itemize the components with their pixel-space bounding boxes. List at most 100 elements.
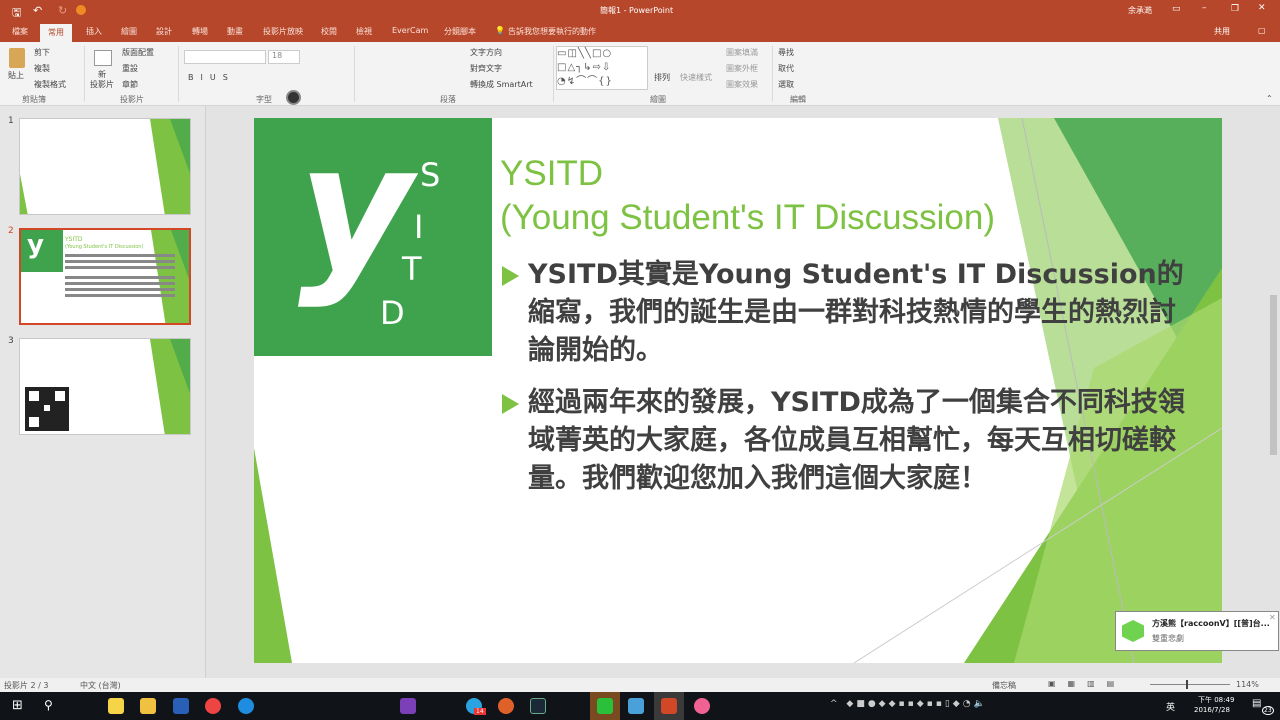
logo-letter: I bbox=[414, 208, 424, 246]
tab-transitions[interactable]: 轉場 bbox=[192, 26, 208, 37]
slide-thumbnail-1[interactable] bbox=[19, 118, 191, 215]
action-center-icon[interactable]: ▤ bbox=[1252, 698, 1261, 709]
start-slideshow-icon[interactable] bbox=[76, 5, 86, 15]
find-button[interactable]: 尋找 bbox=[778, 47, 794, 58]
chrome-icon[interactable] bbox=[205, 698, 221, 714]
app-icon[interactable] bbox=[694, 698, 710, 714]
font-size-select[interactable]: 18 bbox=[268, 50, 300, 64]
shape-outline-button[interactable]: 圖案外框 bbox=[726, 63, 758, 74]
logo-letter: S bbox=[420, 156, 441, 194]
app-hexagon-icon bbox=[1122, 620, 1144, 642]
notification-title: 方溪熊【raccoonV】[[普]台... bbox=[1152, 619, 1270, 628]
cut-button[interactable]: 剪下 bbox=[34, 47, 50, 58]
bullet-arrow-icon bbox=[502, 266, 519, 286]
tab-storyboard[interactable]: 分鏡腳本 bbox=[444, 26, 476, 37]
slide-title[interactable]: YSITD (Young Student's IT Discussion) bbox=[500, 152, 995, 240]
paste-button[interactable]: 貼上 bbox=[8, 70, 24, 81]
tab-view[interactable]: 檢視 bbox=[356, 26, 372, 37]
powershell-icon[interactable] bbox=[173, 698, 189, 714]
layout-button[interactable]: 版面配置 bbox=[122, 47, 154, 58]
tab-review[interactable]: 校閱 bbox=[321, 26, 337, 37]
bullet-item[interactable]: YSITD其實是Young Student's IT Discussion的縮寫… bbox=[502, 256, 1202, 370]
font-name-select[interactable] bbox=[184, 50, 266, 64]
slide-thumbnail-3[interactable] bbox=[19, 338, 191, 435]
ribbon-display-icon[interactable]: ▭ bbox=[1172, 4, 1181, 14]
windows-start-icon[interactable]: ⊞ bbox=[12, 698, 23, 713]
app-icon[interactable] bbox=[238, 698, 254, 714]
quick-styles-button[interactable]: 快速樣式 bbox=[680, 72, 712, 83]
shape-fill-button[interactable]: 圖案填滿 bbox=[726, 47, 758, 58]
paste-icon[interactable] bbox=[9, 48, 25, 68]
line-app-active[interactable] bbox=[590, 692, 620, 720]
window-title: 簡報1 - PowerPoint bbox=[600, 6, 674, 15]
smartart-button[interactable]: 轉換成 SmartArt bbox=[470, 79, 533, 90]
ribbon-tabs: 檔案 常用 插入 繪圖 設計 轉場 動畫 投影片放映 校閱 檢視 EverCam… bbox=[0, 22, 1280, 42]
copy-button[interactable]: 複製 bbox=[34, 63, 50, 74]
select-button[interactable]: 選取 bbox=[778, 79, 794, 90]
tab-animations[interactable]: 動畫 bbox=[227, 26, 243, 37]
new-slide-icon[interactable] bbox=[94, 50, 112, 66]
steam-icon[interactable] bbox=[530, 698, 546, 714]
text-direction-button[interactable]: 文字方向 bbox=[470, 47, 502, 58]
shapes-gallery[interactable]: ▭◫╲╲□○ □△┐↳⇨⇩ ◔↯⌒⌒{} bbox=[556, 46, 648, 90]
visual-studio-icon[interactable] bbox=[400, 698, 416, 714]
thumbnail-number: 2 bbox=[8, 226, 14, 236]
comments-icon[interactable]: ▢ bbox=[1258, 26, 1266, 35]
ime-indicator[interactable]: 英 bbox=[1166, 700, 1175, 713]
section-button[interactable]: 章節 bbox=[122, 79, 138, 90]
logo-letter: T bbox=[402, 250, 422, 288]
restore-button[interactable]: ❐ bbox=[1231, 4, 1239, 14]
slide-thumbnail-2[interactable]: y YSITD (Young Student's IT Discussion) bbox=[19, 228, 191, 325]
search-icon[interactable]: ⚲ bbox=[44, 698, 53, 712]
slide-canvas[interactable]: y S I T D YSITD (Young Student's IT Disc… bbox=[254, 118, 1222, 663]
view-buttons[interactable]: ▣▦▥▤ bbox=[1048, 679, 1126, 688]
close-notification-icon[interactable]: ✕ bbox=[1269, 613, 1276, 622]
format-painter-button[interactable]: 複製格式 bbox=[34, 79, 66, 90]
close-button[interactable]: ✕ bbox=[1258, 3, 1266, 13]
collapse-ribbon-icon[interactable]: ⌃ bbox=[1266, 94, 1273, 103]
tab-slideshow[interactable]: 投影片放映 bbox=[263, 26, 303, 37]
vertical-scrollbar[interactable] bbox=[1269, 115, 1278, 665]
new-slide-button[interactable]: 新 投影片 bbox=[90, 70, 114, 90]
replace-button[interactable]: 取代 bbox=[778, 63, 794, 74]
arrange-button[interactable]: 排列 bbox=[654, 72, 670, 83]
sticky-notes-icon[interactable] bbox=[108, 698, 124, 714]
origin-icon[interactable] bbox=[498, 698, 514, 714]
shape-effects-button[interactable]: 圖案效果 bbox=[726, 79, 758, 90]
align-text-button[interactable]: 對齊文字 bbox=[470, 63, 502, 74]
system-tray-icons[interactable]: ^ ◆■●◆◆▪▪◆▪▪▯◆◔🔈 bbox=[830, 699, 988, 709]
clock-time[interactable]: 下午 08:49 bbox=[1198, 695, 1234, 705]
user-name[interactable]: 余承澔 bbox=[1128, 5, 1152, 16]
tab-insert[interactable]: 插入 bbox=[86, 26, 102, 37]
tab-evercam[interactable]: EverCam bbox=[392, 26, 428, 35]
thumbnail-number: 1 bbox=[8, 116, 14, 126]
clock-date[interactable]: 2016/7/28 bbox=[1194, 706, 1230, 714]
app-icon[interactable] bbox=[628, 698, 644, 714]
notification-count: 23 bbox=[1262, 706, 1274, 715]
tab-design[interactable]: 設計 bbox=[156, 26, 172, 37]
share-button[interactable]: 共用 bbox=[1214, 26, 1230, 37]
powerpoint-taskbar-active[interactable] bbox=[654, 692, 684, 720]
reset-button[interactable]: 重設 bbox=[122, 63, 138, 74]
zoom-level[interactable]: 114% bbox=[1236, 680, 1259, 689]
notification-body: 雙重悲劇 bbox=[1152, 634, 1184, 643]
tell-me-input[interactable]: 告訴我您想要執行的動作 bbox=[508, 26, 596, 37]
font-group-label: 字型 bbox=[256, 95, 272, 104]
tab-draw[interactable]: 繪圖 bbox=[121, 26, 137, 37]
notes-button[interactable]: 備忘稿 bbox=[992, 680, 1016, 691]
minimize-button[interactable]: – bbox=[1202, 3, 1207, 13]
font-format-buttons[interactable]: BIUS bbox=[188, 73, 235, 82]
bullet-arrow-icon bbox=[502, 394, 519, 414]
save-icon[interactable]: 🖫 bbox=[12, 4, 21, 23]
language-indicator[interactable]: 中文 (台灣) bbox=[80, 680, 121, 691]
tab-home[interactable]: 常用 bbox=[40, 24, 72, 42]
file-explorer-icon[interactable] bbox=[140, 698, 156, 714]
notification-toast[interactable]: 方溪熊【raccoonV】[[普]台... 雙重悲劇 ✕ bbox=[1115, 611, 1279, 651]
redo-icon[interactable]: ↻ bbox=[58, 4, 67, 17]
tab-file[interactable]: 檔案 bbox=[12, 26, 28, 37]
lightbulb-icon: 💡 bbox=[495, 26, 505, 35]
zoom-slider[interactable] bbox=[1150, 680, 1230, 689]
undo-icon[interactable]: ↶ bbox=[33, 4, 42, 17]
bullet-text: YSITD其實是Young Student's IT Discussion的縮寫… bbox=[528, 259, 1184, 366]
bullet-item[interactable]: 經過兩年來的發展，YSITD成為了一個集合不同科技領域菁英的大家庭，各位成員互相… bbox=[502, 384, 1202, 498]
